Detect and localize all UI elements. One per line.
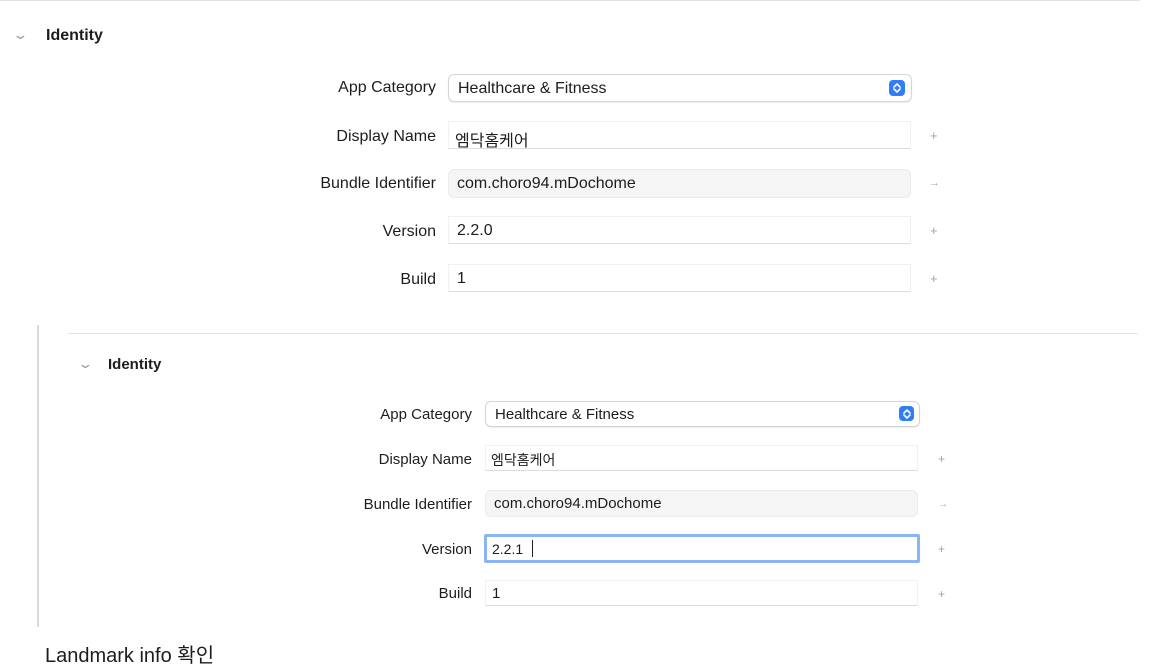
plus-icon[interactable]: +: [930, 223, 938, 238]
bundle-identifier-label: Bundle Identifier: [320, 175, 436, 192]
app-category-value: Healthcare & Fitness: [458, 80, 607, 97]
bundle-identifier-value: com.choro94.mDochome: [494, 495, 662, 512]
plus-icon[interactable]: +: [938, 452, 945, 466]
bundle-identifier-label: Bundle Identifier: [363, 496, 472, 513]
bottom-panel-divider: [68, 333, 1138, 334]
arrow-right-icon[interactable]: →: [938, 499, 948, 510]
bundle-identifier-field[interactable]: com.choro94.mDochome: [448, 169, 911, 198]
app-category-label: App Category: [380, 406, 472, 423]
app-category-label: App Category: [338, 79, 436, 96]
bundle-identifier-field[interactable]: com.choro94.mDochome: [485, 490, 918, 517]
display-name-label: Display Name: [378, 451, 472, 468]
chevron-down-icon[interactable]: ⌄: [77, 357, 93, 371]
display-name-field[interactable]: 엠닥홈케어: [448, 121, 911, 150]
build-field[interactable]: 1: [485, 580, 918, 606]
version-field[interactable]: 2.2.0: [448, 216, 911, 244]
top-divider: [0, 0, 1140, 1]
build-value: 1: [457, 270, 466, 287]
build-field[interactable]: 1: [448, 264, 911, 292]
footer-caption: Landmark info 확인: [45, 645, 215, 667]
version-value: 2.2.1: [492, 541, 524, 557]
plus-icon[interactable]: +: [930, 271, 938, 286]
build-label: Build: [438, 585, 472, 602]
plus-icon[interactable]: +: [938, 587, 945, 601]
bundle-identifier-value: com.choro94.mDochome: [457, 175, 636, 192]
display-name-label: Display Name: [336, 128, 436, 145]
section-title-identity[interactable]: Identity: [108, 356, 161, 373]
quote-bar: [37, 325, 39, 627]
build-value: 1: [492, 585, 501, 602]
version-label: Version: [382, 223, 436, 240]
select-stepper-icon: [889, 80, 905, 96]
app-category-select[interactable]: Healthcare & Fitness: [448, 74, 912, 102]
version-value: 2.2.0: [457, 222, 493, 239]
display-name-value: 엠닥홈케어: [455, 133, 529, 150]
chevron-down-icon[interactable]: ⌄: [12, 28, 28, 42]
plus-icon[interactable]: +: [930, 128, 938, 143]
version-label: Version: [421, 541, 472, 558]
version-field[interactable]: 2.2.1: [484, 534, 920, 563]
plus-icon[interactable]: +: [938, 542, 945, 556]
build-label: Build: [400, 271, 436, 288]
display-name-field[interactable]: 엠닥홈케어: [485, 445, 918, 471]
section-title-identity[interactable]: Identity: [46, 27, 103, 45]
select-stepper-icon: [899, 406, 914, 421]
arrow-right-icon[interactable]: →: [929, 177, 940, 189]
app-category-value: Healthcare & Fitness: [495, 406, 635, 423]
app-category-select[interactable]: Healthcare & Fitness: [485, 401, 920, 427]
text-caret: [532, 540, 533, 557]
display-name-value: 엠닥홈케어: [491, 452, 556, 468]
